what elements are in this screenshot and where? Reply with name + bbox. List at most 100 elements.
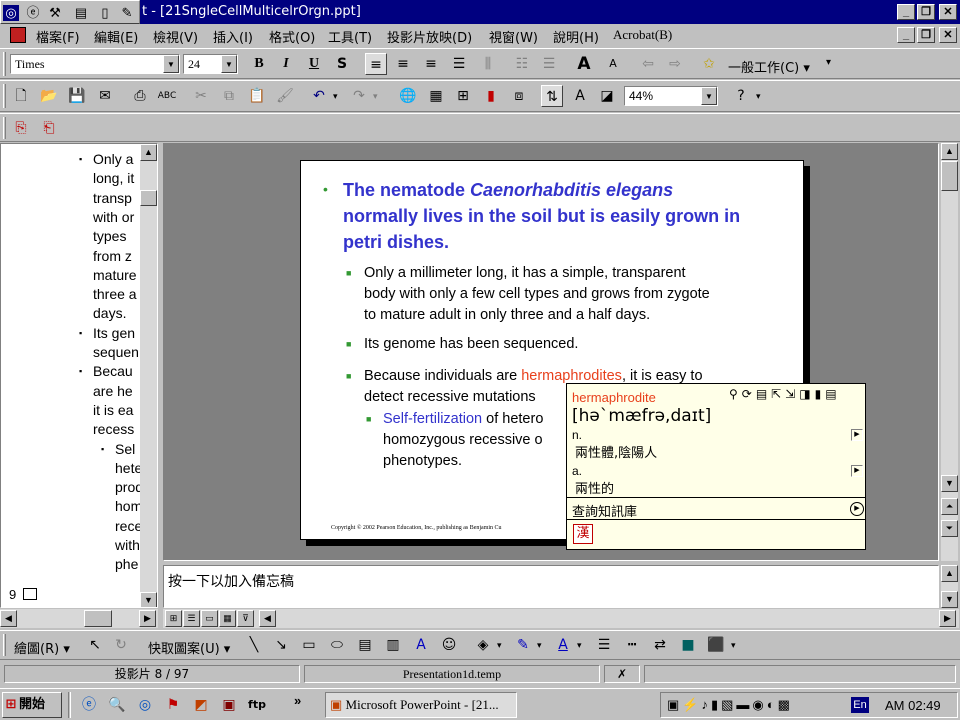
- chevron-down-icon[interactable]: ▾: [497, 640, 502, 651]
- common-tasks-button[interactable]: 一般工作(C) ▾: [728, 57, 810, 76]
- menu-file[interactable]: 檔案(F): [36, 27, 80, 46]
- outline-scrollbar[interactable]: ▲ ▼: [140, 144, 157, 607]
- scroll-up-button[interactable]: ▲: [941, 143, 958, 160]
- textbox-icon[interactable]: ▤: [354, 634, 376, 656]
- toolbar-options-icon[interactable]: ▾: [731, 640, 736, 651]
- shadow-button[interactable]: S: [331, 53, 353, 75]
- toolbar-options-icon[interactable]: ▾: [756, 91, 761, 102]
- minimize-button[interactable]: _: [897, 4, 915, 20]
- redo-icon[interactable]: ↷: [348, 85, 370, 107]
- font-select[interactable]: Times ▼: [10, 54, 180, 74]
- line-icon[interactable]: ╲: [243, 634, 265, 656]
- han-button[interactable]: 漢: [573, 524, 593, 544]
- hyperlink-icon[interactable]: 🌐: [397, 85, 419, 107]
- scroll-thumb[interactable]: [941, 161, 958, 191]
- columns-button[interactable]: ⫼: [477, 53, 499, 75]
- sub-bullet-line-3[interactable]: phenotypes.: [383, 451, 462, 471]
- toolbar-grip[interactable]: [3, 52, 6, 76]
- start-button[interactable]: ⊞ 開始: [2, 692, 62, 718]
- shadow-icon[interactable]: ■: [677, 634, 699, 656]
- document-icon[interactable]: [10, 27, 26, 43]
- menu-tools[interactable]: 工具(T): [328, 27, 372, 46]
- convert-pdf-icon[interactable]: ⎘: [10, 117, 32, 139]
- paste-icon[interactable]: 📋: [246, 85, 268, 107]
- outline-line[interactable]: with or: [93, 208, 134, 227]
- outline-line[interactable]: recess: [93, 420, 134, 439]
- doc-icon[interactable]: ▯: [97, 5, 113, 21]
- slide-scrollbar[interactable]: ▲ ▼ ⏶ ⏷: [941, 143, 958, 561]
- chevron-down-icon[interactable]: ▾: [537, 640, 542, 651]
- menu-edit[interactable]: 編輯(E): [94, 27, 138, 46]
- spelling-status-icon[interactable]: ✗: [604, 665, 640, 683]
- distribute-button[interactable]: ☰: [448, 53, 470, 75]
- convert-pdf-email-icon[interactable]: ⎗: [38, 117, 60, 139]
- tables-borders-icon[interactable]: ▦: [425, 85, 447, 107]
- insert-table-icon[interactable]: ⊞: [452, 85, 474, 107]
- ftp-icon[interactable]: ftp: [246, 694, 268, 716]
- rotate-icon[interactable]: ↻: [110, 634, 132, 656]
- email-icon[interactable]: ✉: [94, 85, 116, 107]
- outline-line[interactable]: mature: [93, 266, 137, 285]
- app-menu-icon[interactable]: ◎: [3, 5, 19, 21]
- scroll-left-button[interactable]: ◀: [259, 610, 276, 627]
- doc-close-button[interactable]: ✕: [939, 27, 957, 43]
- outline-line[interactable]: Its gen: [93, 324, 135, 343]
- save-icon[interactable]: 💾: [66, 85, 88, 107]
- outline-view-button[interactable]: ☰: [183, 610, 200, 627]
- outline-line[interactable]: three a: [93, 285, 137, 304]
- menu-acrobat[interactable]: Acrobat(B): [613, 27, 672, 43]
- outline-line[interactable]: with: [115, 536, 140, 555]
- powerpoint-task-button[interactable]: ▣ Microsoft PowerPoint - [21...: [325, 692, 517, 718]
- italic-button[interactable]: I: [275, 53, 297, 75]
- select-cursor-icon[interactable]: ↖: [84, 634, 106, 656]
- doc-minimize-button[interactable]: _: [897, 27, 915, 43]
- fill-color-icon[interactable]: ◈: [472, 634, 494, 656]
- outline-line[interactable]: long, it: [93, 169, 134, 188]
- outline-line[interactable]: Only a: [93, 150, 133, 169]
- play-icon[interactable]: ▶: [851, 429, 863, 441]
- toolbar-grip[interactable]: [3, 634, 6, 656]
- tools-icon[interactable]: ⚒: [47, 5, 63, 21]
- line-color-icon[interactable]: ✎: [512, 634, 534, 656]
- undo-icon[interactable]: ↶: [308, 85, 330, 107]
- demote-icon[interactable]: ⇨: [664, 53, 686, 75]
- acrobat-icon[interactable]: ⚑: [162, 694, 184, 716]
- bullets-button[interactable]: ☰: [538, 53, 560, 75]
- menu-view[interactable]: 檢視(V): [153, 27, 198, 46]
- vertical-textbox-icon[interactable]: ▥: [382, 634, 404, 656]
- chevron-down-icon[interactable]: ▾: [577, 640, 582, 651]
- scroll-down-button[interactable]: ▼: [140, 592, 157, 607]
- outline-line[interactable]: are he: [93, 382, 133, 401]
- outline-line[interactable]: days.: [93, 304, 126, 323]
- decrease-font-button[interactable]: A: [602, 53, 624, 75]
- menu-slideshow[interactable]: 投影片放映(D): [387, 27, 472, 46]
- stack-icon[interactable]: ▤: [73, 5, 89, 21]
- outline-line[interactable]: hete: [115, 459, 142, 478]
- dash-style-icon[interactable]: ┅: [621, 634, 643, 656]
- dict-tool-icons[interactable]: ⚲⟳▤⇱⇲◨▮▤: [729, 387, 841, 401]
- doc-restore-button[interactable]: ❐: [917, 27, 935, 43]
- outline-line[interactable]: sequen: [93, 343, 139, 362]
- promote-icon[interactable]: ⇦: [637, 53, 659, 75]
- scroll-left-button[interactable]: ◀: [0, 610, 17, 627]
- align-right-button[interactable]: ≡: [420, 53, 442, 75]
- autoshapes-button[interactable]: 快取圖案(U) ▾: [148, 638, 230, 657]
- next-slide-button[interactable]: ⏷: [941, 520, 958, 537]
- toolbar-grip[interactable]: [3, 117, 6, 139]
- bullet3-line-2[interactable]: detect recessive mutations: [364, 387, 536, 407]
- show-formatting-icon[interactable]: A: [569, 85, 591, 107]
- insert-chart-icon[interactable]: ▮: [480, 85, 502, 107]
- slide-heading-line-3[interactable]: petri dishes.: [343, 229, 449, 255]
- toolbar-options-icon[interactable]: ▾: [826, 57, 831, 68]
- notes-placeholder[interactable]: 按一下以加入備忘稿: [168, 571, 294, 591]
- ie-icon[interactable]: ⓔ: [25, 5, 41, 21]
- sorter-view-button[interactable]: ▦: [219, 610, 236, 627]
- font-size-select[interactable]: 24 ▼: [183, 54, 238, 74]
- explorer-icon[interactable]: 🔍: [106, 694, 128, 716]
- language-indicator[interactable]: En: [851, 697, 869, 713]
- chevron-down-icon[interactable]: ▾: [333, 91, 338, 102]
- close-button[interactable]: ✕: [939, 4, 957, 20]
- arrow-icon[interactable]: ↘: [270, 634, 292, 656]
- chevron-down-icon[interactable]: ▾: [373, 91, 378, 102]
- sub-bullet-line-1[interactable]: Self-fertilization of hetero: [383, 409, 543, 429]
